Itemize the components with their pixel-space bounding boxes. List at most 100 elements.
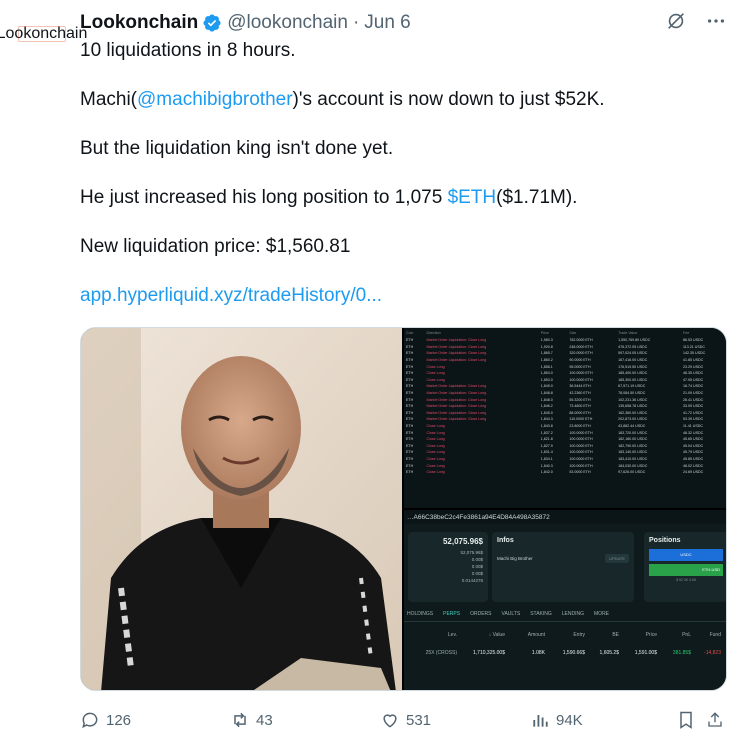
table-cell: 42.2360 ETH bbox=[569, 391, 591, 396]
table-cell: 476,372.05 USDC bbox=[618, 344, 648, 349]
table-row: ETH Close Long 1,827.9 100.0000 ETH 182,790.… bbox=[404, 443, 726, 450]
table-cell: 26.41 USDC bbox=[683, 397, 704, 402]
column-header: Direction bbox=[426, 331, 441, 335]
cashtag-link[interactable]: $ETH bbox=[448, 187, 497, 208]
table-row: ETH Market Order Liquidation: Close Long 1… bbox=[404, 416, 726, 423]
author-name[interactable]: Lookonchain bbox=[80, 12, 198, 34]
update-button[interactable]: UPDATE bbox=[605, 554, 629, 563]
trade-history-screenshot[interactable]: Coin Direction Price Size Trade Value Fe… bbox=[404, 328, 726, 508]
table-cell: 1,837.2 bbox=[540, 430, 553, 435]
table-cell: 320.0000 ETH bbox=[569, 351, 593, 356]
table-cell: Close Long bbox=[426, 437, 445, 442]
col-header: Entry bbox=[573, 632, 585, 638]
table-cell: 86.53 USDC bbox=[683, 338, 704, 343]
external-link[interactable]: app.hyperliquid.xyz/tradeHistory/0... bbox=[80, 285, 382, 306]
heart-icon bbox=[383, 714, 397, 728]
more-options-icon[interactable] bbox=[705, 10, 727, 32]
table-cell: ETH bbox=[406, 424, 414, 429]
account-dashboard-screenshot[interactable]: …A66C38beC2c4Fe3861a94E4D84A498A35872 52… bbox=[404, 510, 726, 690]
tab-vaults[interactable]: VAULTS bbox=[501, 611, 520, 618]
equity-card: 52,075.96$ 52,075.96$ 0.00$ 0.00$ 0.00$ … bbox=[408, 532, 488, 602]
table-cell: 53.39 USDC bbox=[683, 417, 704, 422]
tab-more[interactable]: MORE bbox=[594, 611, 609, 618]
infos-title: Infos bbox=[497, 537, 514, 544]
table-cell: 78,084.50 USDC bbox=[618, 391, 646, 396]
table-cell: 100.0000 ETH bbox=[569, 437, 593, 442]
table-cell: 182,790.00 USDC bbox=[618, 443, 648, 448]
table-cell: 100.0000 ETH bbox=[569, 443, 593, 448]
repost-icon bbox=[234, 712, 246, 728]
table-cell: ETH bbox=[406, 430, 414, 435]
repost-count: 43 bbox=[256, 711, 273, 729]
bookmark-icon bbox=[680, 711, 692, 729]
table-cell: ETH bbox=[406, 371, 414, 376]
table-cell: 142.35 USDC bbox=[683, 351, 706, 356]
column-header: Trade Value bbox=[618, 331, 638, 335]
col-header: ↓ Value bbox=[488, 632, 505, 638]
trade-history-table: Coin Direction Price Size Trade Value Fe… bbox=[404, 328, 726, 475]
column-header: Price bbox=[540, 331, 549, 335]
table-cell: 23.29 USDC bbox=[683, 364, 704, 369]
table-cell: ETH bbox=[406, 344, 414, 349]
tab-orders[interactable]: ORDERS bbox=[470, 611, 491, 618]
table-cell: Close Long bbox=[426, 430, 445, 435]
column-header: Fee bbox=[683, 331, 690, 335]
table-cell: ETH bbox=[406, 351, 414, 356]
infos-card: Infos Machi Big Brother UPDATE bbox=[492, 532, 634, 602]
table-cell: ETH bbox=[406, 397, 414, 402]
table-cell: ETH bbox=[406, 364, 414, 369]
repost-button[interactable]: 43 bbox=[230, 710, 380, 730]
table-cell: ETH bbox=[406, 443, 414, 448]
tab-staking[interactable]: STAKING bbox=[530, 611, 552, 618]
table-cell: Close Long bbox=[426, 377, 445, 382]
table-row: ETH Close Long 1,834.1 100.0000 ETH 183,410.… bbox=[404, 456, 726, 463]
media-grid: Coin Direction Price Size Trade Value Fe… bbox=[80, 327, 727, 691]
table-row: ETH Close Long 1,837.2 100.0000 ETH 183,720.… bbox=[404, 429, 726, 436]
table-cell: Close Long bbox=[426, 364, 445, 369]
table-cell: 100.0000 ETH bbox=[569, 456, 593, 461]
table-cell: Market Order Liquidation: Close Long bbox=[426, 391, 487, 396]
portrait-photo[interactable] bbox=[81, 328, 402, 690]
table-cell: 1,920.8 bbox=[540, 344, 553, 349]
person-illustration bbox=[81, 328, 402, 690]
table-cell: ETH bbox=[406, 463, 414, 468]
table-cell: 102,231.36 USDC bbox=[618, 397, 648, 402]
tab-lending[interactable]: LENDING bbox=[562, 611, 584, 618]
author-handle[interactable]: @lookonchain bbox=[227, 12, 348, 34]
table-cell: 1,848.8 bbox=[540, 391, 553, 396]
table-cell: 1,840.3 bbox=[540, 463, 553, 468]
table-cell: 1,844.3 bbox=[540, 417, 553, 422]
tweet-line: 10 liquidations in 8 hours. bbox=[80, 40, 296, 61]
col-header: Amount bbox=[527, 632, 545, 638]
column-header: Size bbox=[569, 331, 577, 335]
table-cell: ETH bbox=[406, 417, 414, 422]
equity-row: 0.0144278 bbox=[461, 578, 483, 583]
table-cell: 11.41 USDC bbox=[683, 424, 703, 429]
views-button[interactable]: 94K bbox=[530, 710, 676, 730]
avatar[interactable]: Lookonchain bbox=[0, 25, 87, 42]
cell-value: 1,710,325.00$ bbox=[473, 650, 505, 656]
infos-name: Machi Big Brother bbox=[497, 556, 533, 561]
position-row[interactable]: 25X (CROSS) 1,710,325.00$ 1.08K 1,590.66… bbox=[404, 646, 726, 660]
table-cell: 23.8000 ETH bbox=[569, 424, 591, 429]
like-button[interactable]: 531 bbox=[380, 710, 530, 730]
cell-funding: -14,823 bbox=[704, 650, 721, 656]
grok-icon[interactable] bbox=[665, 10, 687, 32]
table-cell: 1,865.7 bbox=[540, 351, 553, 356]
share-button[interactable] bbox=[706, 710, 730, 730]
table-cell: Close Long bbox=[426, 456, 445, 461]
table-row: ETH Close Long 1,843.8 23.8000 ETH 43,882.44… bbox=[404, 423, 726, 430]
mention-link[interactable]: @machibigbrother bbox=[137, 89, 293, 110]
table-cell: 46.02 USDC bbox=[683, 463, 704, 468]
table-cell: 45.79 USDC bbox=[683, 450, 704, 455]
tab-perps[interactable]: PERPS bbox=[443, 611, 460, 618]
table-cell: 21.09 USDC bbox=[683, 391, 704, 396]
wallet-address: …A66C38beC2c4Fe3861a94E4D84A498A35872 bbox=[404, 510, 726, 524]
reply-button[interactable]: 126 bbox=[80, 710, 230, 730]
tab-holdings[interactable]: HOLDINGS bbox=[407, 611, 433, 618]
table-cell: ETH bbox=[406, 456, 414, 461]
table-cell: Close Long bbox=[426, 470, 445, 475]
bookmark-button[interactable] bbox=[676, 710, 706, 730]
table-row: ETH Market Order Liquidation: Close Long 1… bbox=[404, 357, 726, 364]
tweet-date[interactable]: Jun 6 bbox=[364, 12, 410, 34]
